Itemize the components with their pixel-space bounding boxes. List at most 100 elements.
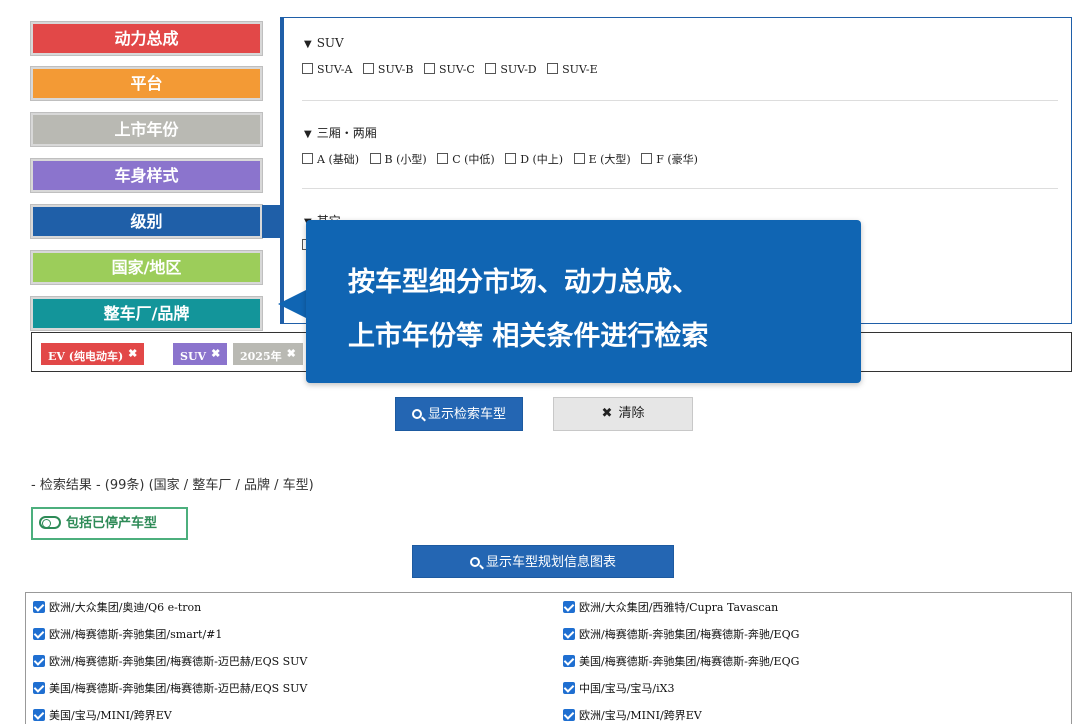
item-label: 欧洲/大众集团/奥迪/Q6 e-tron <box>49 601 202 614</box>
condition-tag[interactable]: EV (纯电动车) ✖ <box>41 343 145 365</box>
option-label: A (基础) <box>317 153 360 166</box>
category-maker-brand-button[interactable]: 整车厂/品牌 <box>30 296 263 331</box>
group-suv-options: SUV-A SUV-B SUV-C SUV-D SUV-E <box>302 63 605 76</box>
category-class-button[interactable]: 级别 <box>30 204 263 239</box>
checkbox-checked-icon[interactable] <box>33 601 45 613</box>
option-checkbox[interactable]: E (大型) <box>573 151 631 167</box>
option-checkbox[interactable]: C (中低) <box>437 151 495 167</box>
option-checkbox[interactable]: B (小型) <box>369 151 427 167</box>
option-checkbox[interactable]: SUV-A <box>302 63 352 76</box>
group-sedan-hatch-label: 三厢・两厢 <box>316 126 377 140</box>
list-item[interactable]: 中国/宝马/宝马/iX3 <box>563 680 674 696</box>
list-item[interactable]: 美国/梅赛德斯-奔驰集团/梅赛德斯-奔驰/EQG <box>563 653 799 669</box>
close-icon[interactable]: ✖ <box>211 347 220 360</box>
list-item[interactable]: 欧洲/大众集团/西雅特/Cupra Tavascan <box>563 599 778 615</box>
item-label: 欧洲/梅赛德斯-奔驰集团/smart/#1 <box>49 628 223 641</box>
checkbox-icon <box>423 63 435 74</box>
button-label: 清除 <box>618 406 645 421</box>
search-icon <box>469 557 480 567</box>
category-platform-button[interactable]: 平台 <box>30 66 263 101</box>
checkbox-icon <box>362 63 374 74</box>
button-label: 显示车型规划信息图表 <box>485 555 616 570</box>
show-plan-chart-button[interactable]: 显示车型规划信息图表 <box>412 545 674 578</box>
tag-label: EV (纯电动车) <box>48 350 124 363</box>
toggle-icon <box>39 516 61 529</box>
item-label: 美国/梅赛德斯-奔驰集团/梅赛德斯-奔驰/EQG <box>579 655 800 668</box>
list-item[interactable]: 欧洲/梅赛德斯-奔驰集团/梅赛德斯-奔驰/EQG <box>563 626 799 642</box>
tag-label: 2025年 <box>240 350 282 363</box>
checkbox-checked-icon[interactable] <box>33 628 45 640</box>
option-checkbox[interactable]: A (基础) <box>302 151 359 167</box>
option-checkbox[interactable]: SUV-B <box>362 63 413 76</box>
item-label: 欧洲/梅赛德斯-奔驰集团/梅赛德斯-奔驰/EQG <box>579 628 800 641</box>
show-search-results-button[interactable]: 显示检索车型 <box>395 397 523 431</box>
active-category-connector <box>262 205 282 238</box>
option-label: B (小型) <box>384 153 427 166</box>
category-launch-year-button[interactable]: 上市年份 <box>30 112 263 147</box>
item-label: 欧洲/梅赛德斯-奔驰集团/梅赛德斯-迈巴赫/EQS SUV <box>49 655 308 668</box>
group-suv-title[interactable]: ▼ SUV <box>304 36 344 50</box>
list-item[interactable]: 欧洲/大众集团/奥迪/Q6 e-tron <box>33 599 201 615</box>
group-suv-label: SUV <box>316 36 344 50</box>
close-icon[interactable]: ✖ <box>287 347 296 360</box>
search-hint-tooltip: 按车型细分市场、动力总成、 上市年份等 相关条件进行检索 <box>306 220 861 383</box>
item-label: 欧洲/大众集团/西雅特/Cupra Tavascan <box>579 601 779 614</box>
category-body-style-button[interactable]: 车身样式 <box>30 158 263 193</box>
checkbox-checked-icon[interactable] <box>33 709 45 721</box>
option-label: E (大型) <box>588 153 631 166</box>
option-checkbox[interactable]: SUV-D <box>485 63 537 76</box>
checkbox-icon <box>505 153 517 164</box>
search-icon <box>411 409 422 419</box>
checkbox-checked-icon[interactable] <box>33 682 45 694</box>
option-checkbox[interactable]: D (中上) <box>505 151 563 167</box>
list-item[interactable]: 欧洲/梅赛德斯-奔驰集团/smart/#1 <box>33 626 222 642</box>
caret-down-icon: ▼ <box>304 39 312 50</box>
checkbox-icon <box>369 153 381 164</box>
option-label: SUV-E <box>562 63 598 76</box>
item-label: 欧洲/宝马/MINI/跨界EV <box>579 709 702 722</box>
include-discontinued-toggle[interactable]: 包括已停产车型 <box>31 507 188 540</box>
results-list: 欧洲/大众集团/奥迪/Q6 e-tron 欧洲/梅赛德斯-奔驰集团/smart/… <box>25 592 1072 724</box>
condition-tag[interactable]: 2025年 ✖ <box>233 343 303 365</box>
option-label: F (豪华) <box>656 153 698 166</box>
divider <box>302 100 1058 101</box>
checkbox-icon <box>573 153 585 164</box>
checkbox-icon <box>485 63 497 74</box>
checkbox-checked-icon[interactable] <box>563 628 575 640</box>
condition-tag[interactable]: SUV ✖ <box>173 343 228 365</box>
checkbox-icon <box>437 153 449 164</box>
caret-down-icon: ▼ <box>304 129 312 140</box>
list-item[interactable]: 欧洲/宝马/MINI/跨界EV <box>563 707 702 723</box>
checkbox-checked-icon[interactable] <box>563 655 575 667</box>
list-item[interactable]: 欧洲/梅赛德斯-奔驰集团/梅赛德斯-迈巴赫/EQS SUV <box>33 653 307 669</box>
checkbox-checked-icon[interactable] <box>563 682 575 694</box>
results-title: - 检索结果 - (99条) (国家 / 整车厂 / 品牌 / 车型) <box>31 478 314 493</box>
checkbox-icon <box>302 153 313 164</box>
option-checkbox[interactable]: SUV-E <box>547 63 598 76</box>
option-checkbox[interactable]: SUV-C <box>423 63 475 76</box>
tooltip-line-2: 上市年份等 相关条件进行检索 <box>348 321 709 352</box>
option-label: SUV-A <box>317 63 353 76</box>
toggle-label: 包括已停产车型 <box>66 516 158 531</box>
close-icon: ✖ <box>601 406 613 421</box>
close-icon[interactable]: ✖ <box>128 347 137 360</box>
checkbox-checked-icon[interactable] <box>563 709 575 721</box>
option-checkbox[interactable]: F (豪华) <box>641 151 698 167</box>
list-item[interactable]: 美国/宝马/MINI/跨界EV <box>33 707 172 723</box>
item-label: 中国/宝马/宝马/iX3 <box>579 682 675 695</box>
option-label: C (中低) <box>452 153 495 166</box>
tooltip-arrow <box>278 290 306 318</box>
group-sedan-hatch-options: A (基础) B (小型) C (中低) D (中上) E (大型) F (豪华… <box>302 151 705 167</box>
tag-label: SUV <box>180 350 207 363</box>
checkbox-icon <box>641 153 653 164</box>
clear-button[interactable]: ✖ 清除 <box>553 397 693 431</box>
tooltip-line-1: 按车型细分市场、动力总成、 <box>348 267 699 298</box>
checkbox-icon <box>302 63 313 74</box>
divider <box>302 188 1058 189</box>
category-country-button[interactable]: 国家/地区 <box>30 250 263 285</box>
list-item[interactable]: 美国/梅赛德斯-奔驰集团/梅赛德斯-迈巴赫/EQS SUV <box>33 680 307 696</box>
category-powertrain-button[interactable]: 动力总成 <box>30 21 263 56</box>
checkbox-checked-icon[interactable] <box>33 655 45 667</box>
checkbox-checked-icon[interactable] <box>563 601 575 613</box>
group-sedan-hatch-title[interactable]: ▼ 三厢・两厢 <box>304 124 377 141</box>
